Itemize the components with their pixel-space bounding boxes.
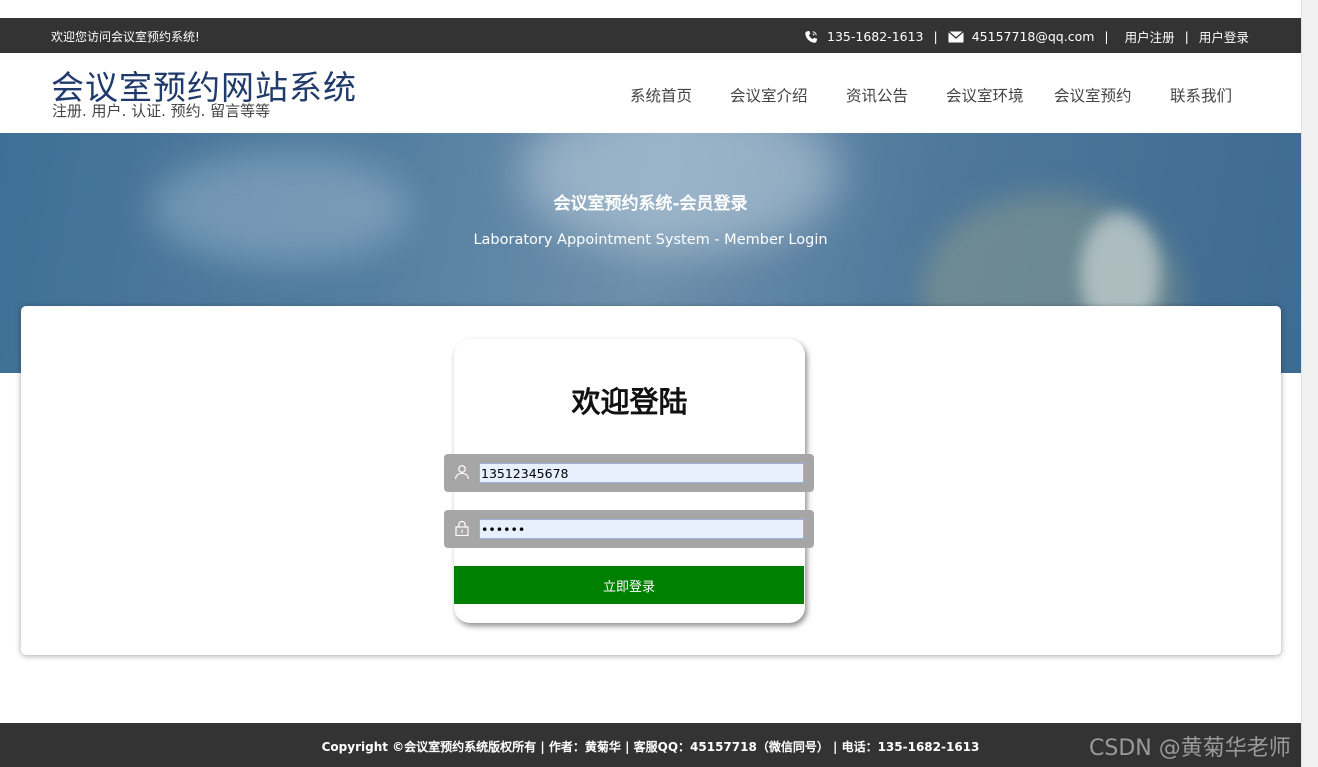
main-nav: 系统首页 会议室介绍 资讯公告 会议室环境 会议室预约 联系我们	[0, 84, 1301, 108]
username-input[interactable]	[479, 463, 804, 483]
nav-item-rooms-intro[interactable]: 会议室介绍	[730, 84, 808, 106]
nav-item-booking[interactable]: 会议室预约	[1054, 84, 1132, 106]
user-icon	[454, 465, 470, 480]
mail-icon	[947, 30, 964, 42]
phone-icon	[805, 30, 818, 43]
username-field	[444, 454, 814, 492]
separator: |	[1104, 29, 1109, 44]
login-link[interactable]: 用户登录	[1199, 27, 1249, 46]
register-link[interactable]: 用户注册	[1125, 27, 1175, 46]
nav-item-news[interactable]: 资讯公告	[846, 84, 908, 106]
phone-number: 135-1682-1613	[827, 29, 924, 44]
login-button[interactable]: 立即登录	[454, 566, 804, 604]
separator: |	[933, 29, 938, 44]
site-header: 会议室预约网站系统 注册. 用户. 认证. 预约. 留言等等 系统首页 会议室介…	[0, 53, 1301, 133]
contact-info: 135-1682-1613 | 45157718@qq.com | 用户注册 |…	[803, 27, 1249, 46]
watermark: CSDN @黄菊华老师	[1089, 736, 1291, 761]
lock-icon	[455, 520, 469, 536]
top-bar: 欢迎您访问会议室预约系统! 135-1682-1613 | 45157718@q…	[0, 18, 1301, 53]
nav-item-environment[interactable]: 会议室环境	[946, 84, 1024, 106]
welcome-text: 欢迎您访问会议室预约系统!	[51, 30, 200, 44]
nav-item-home[interactable]: 系统首页	[630, 84, 692, 106]
login-heading: 欢迎登陆	[571, 385, 688, 419]
nav-item-contact[interactable]: 联系我们	[1170, 84, 1232, 106]
password-field	[444, 510, 814, 548]
password-input[interactable]	[479, 519, 804, 539]
separator: |	[1184, 29, 1189, 44]
banner-title: 会议室预约系统-会员登录	[553, 194, 748, 214]
banner-subtitle: Laboratory Appointment System - Member L…	[473, 232, 828, 248]
email-address: 45157718@qq.com	[971, 29, 1095, 44]
vertical-scrollbar[interactable]	[1301, 0, 1318, 767]
